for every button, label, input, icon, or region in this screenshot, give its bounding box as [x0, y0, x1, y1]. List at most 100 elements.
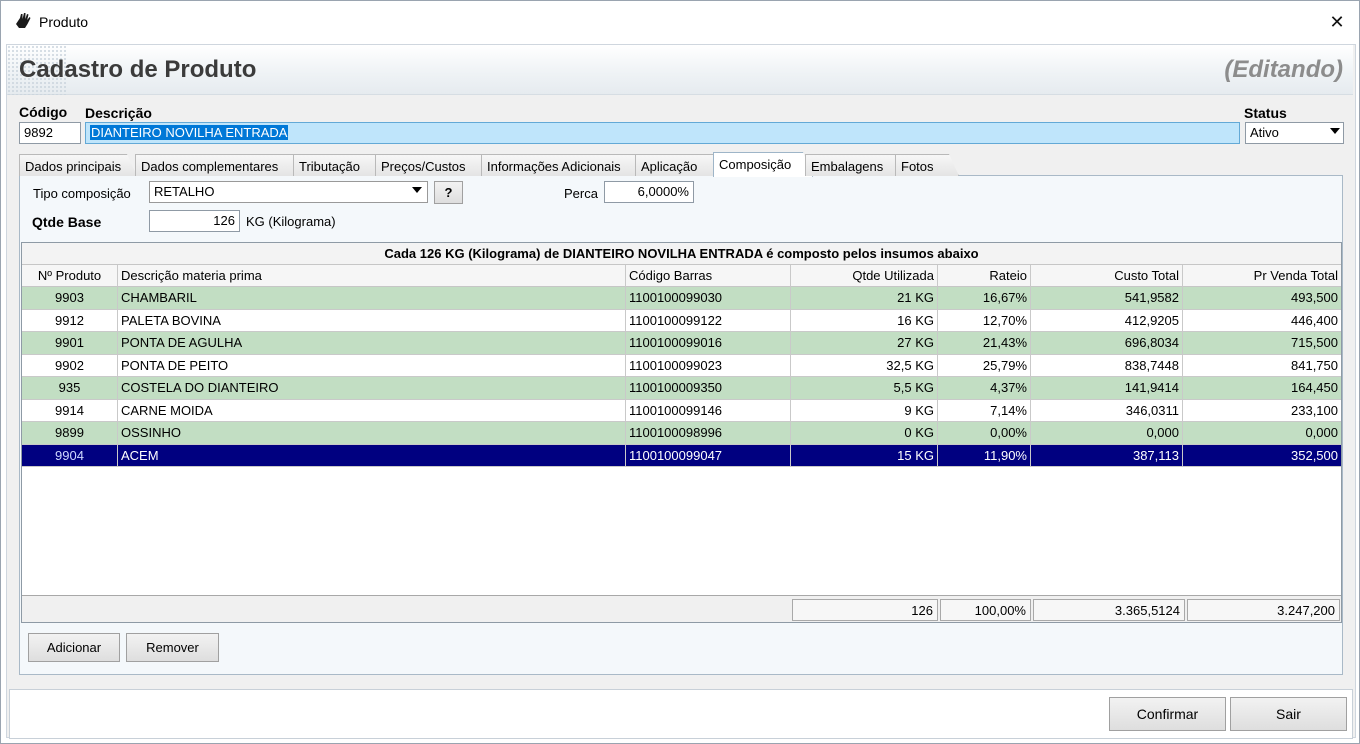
cell-codigo-barras: 1100100098996 [626, 422, 791, 444]
tab-composicao[interactable]: Composição [713, 152, 813, 177]
codigo-field[interactable]: 9892 [19, 122, 81, 144]
cell-descricao: PONTA DE AGULHA [118, 332, 626, 354]
cell-codigo-barras: 1100100099030 [626, 287, 791, 309]
cell-rateio: 7,14% [938, 399, 1031, 422]
tab-fotos[interactable]: Fotos [895, 154, 959, 176]
cell-rateio: 12,70% [938, 309, 1031, 332]
cell-numero: 9903 [22, 287, 118, 309]
grid-header: Nº Produto Descrição materia prima Códig… [22, 265, 1341, 287]
cell-descricao: ACEM [118, 444, 626, 467]
cell-descricao: PALETA BOVINA [118, 309, 626, 332]
table-row[interactable]: 935 COSTELA DO DIANTEIRO 1100100009350 5… [22, 377, 1341, 400]
perca-field[interactable]: 6,0000% [604, 181, 694, 203]
qtde-base-field[interactable]: 126 [149, 210, 240, 232]
page-title: Cadastro de Produto [19, 56, 257, 83]
table-row[interactable]: 9901 PONTA DE AGULHA 1100100099016 27 KG… [22, 332, 1341, 355]
tab-strip: Dados principais Dados complementares Tr… [19, 152, 1339, 176]
cell-custo: 346,0311 [1031, 399, 1183, 422]
table-row[interactable]: 9903 CHAMBARIL 1100100099030 21 KG 16,67… [22, 287, 1341, 310]
tab-dados-complementares[interactable]: Dados complementares [135, 154, 311, 176]
confirm-button[interactable]: Confirmar [1109, 697, 1226, 731]
remove-button[interactable]: Remover [126, 633, 219, 662]
cell-qtde: 21 KG [791, 287, 938, 309]
total-rateio: 100,00% [940, 599, 1031, 621]
tipo-composicao-label: Tipo composição [33, 186, 131, 201]
cell-rateio: 0,00% [938, 422, 1031, 444]
cell-numero: 9902 [22, 354, 118, 377]
cell-custo: 387,113 [1031, 444, 1183, 467]
cell-rateio: 4,37% [938, 377, 1031, 399]
add-button[interactable]: Adicionar [28, 633, 120, 662]
cell-custo: 696,8034 [1031, 332, 1183, 354]
grid-totals: 126 100,00% 3.365,5124 3.247,200 [22, 595, 1341, 622]
column-header-custo-total[interactable]: Custo Total [1031, 265, 1183, 287]
cell-venda: 164,450 [1291, 380, 1338, 395]
exit-button[interactable]: Sair [1230, 697, 1347, 731]
table-row[interactable]: 9912 PALETA BOVINA 1100100099122 16 KG 1… [22, 309, 1341, 332]
window-title: Produto [39, 14, 89, 30]
composition-grid[interactable]: Cada 126 KG (Kilograma) de DIANTEIRO NOV… [21, 242, 1342, 623]
descricao-field[interactable]: DIANTEIRO NOVILHA ENTRADA [85, 122, 1240, 144]
column-header-rateio[interactable]: Rateio [938, 265, 1031, 287]
cell-numero: 9901 [22, 332, 118, 354]
tab-dados-principais[interactable]: Dados principais [19, 154, 137, 176]
cell-venda: 493,500 [1291, 290, 1338, 305]
cell-descricao: CHAMBARIL [118, 287, 626, 309]
cell-venda: 841,750 [1291, 357, 1338, 373]
column-header-descricao[interactable]: Descrição materia prima [118, 265, 626, 287]
tab-tributacao[interactable]: Tributação [293, 154, 387, 176]
chevron-down-icon [1330, 128, 1340, 134]
table-row[interactable]: 9902 PONTA DE PEITO 1100100099023 32,5 K… [22, 354, 1341, 377]
cell-numero: 9914 [22, 399, 118, 422]
cell-rateio: 16,67% [938, 287, 1031, 309]
cell-custo: 838,7448 [1031, 354, 1183, 377]
cell-custo: 412,9205 [1031, 309, 1183, 332]
cell-codigo-barras: 1100100099016 [626, 332, 791, 354]
cell-venda: 0,000 [1305, 425, 1338, 440]
status-select[interactable]: Ativo [1245, 122, 1344, 144]
cell-descricao: COSTELA DO DIANTEIRO [118, 377, 626, 399]
cell-venda: 352,500 [1291, 447, 1338, 463]
cell-codigo-barras: 1100100009350 [626, 377, 791, 399]
table-row[interactable]: 9899 OSSINHO 1100100098996 0 KG 0,00% 0,… [22, 422, 1341, 445]
tab-informacoes-adicionais[interactable]: Informações Adicionais [481, 154, 653, 176]
hand-icon [13, 12, 33, 30]
cell-rateio: 25,79% [938, 354, 1031, 377]
cell-codigo-barras: 1100100099047 [626, 444, 791, 467]
cell-venda: 233,100 [1291, 402, 1338, 418]
total-custo: 3.365,5124 [1033, 599, 1185, 621]
cell-custo: 0,000 [1031, 422, 1183, 444]
qtde-base-unit: KG (Kilograma) [246, 214, 336, 229]
chevron-down-icon [412, 187, 422, 193]
cell-rateio: 21,43% [938, 332, 1031, 354]
table-row-selected[interactable]: 9904 ACEM 1100100099047 15 KG 11,90% 387… [22, 444, 1341, 467]
status-value: Ativo [1250, 125, 1279, 140]
tipo-composicao-select[interactable]: RETALHO [149, 181, 428, 203]
product-window: Produto ✕ Cadastro de Produto (Editando)… [0, 0, 1360, 744]
tab-precos-custos[interactable]: Preços/Custos [375, 154, 495, 176]
cell-codigo-barras: 1100100099023 [626, 354, 791, 377]
table-row[interactable]: 9914 CARNE MOIDA 1100100099146 9 KG 7,14… [22, 399, 1341, 422]
column-header-numero[interactable]: Nº Produto [22, 265, 118, 287]
tipo-composicao-value: RETALHO [154, 184, 215, 199]
cell-numero: 9912 [22, 309, 118, 332]
total-venda: 3.247,200 [1187, 599, 1340, 621]
descricao-label: Descrição [85, 105, 152, 121]
column-header-codigo-barras[interactable]: Código Barras [626, 265, 791, 287]
cell-venda: 715,500 [1291, 335, 1338, 350]
cell-custo: 141,9414 [1031, 377, 1183, 399]
cell-venda: 446,400 [1291, 312, 1338, 328]
edit-mode-label: (Editando) [1224, 56, 1343, 83]
cell-codigo-barras: 1100100099146 [626, 399, 791, 422]
cell-qtde: 27 KG [791, 332, 938, 354]
column-header-venda-total[interactable]: Pr Venda Total [1183, 265, 1341, 287]
close-icon[interactable]: ✕ [1319, 7, 1355, 37]
column-header-qtde[interactable]: Qtde Utilizada [791, 265, 938, 287]
cell-qtde: 9 KG [791, 399, 938, 422]
cell-qtde: 15 KG [791, 444, 938, 467]
tab-embalagens[interactable]: Embalagens [805, 154, 905, 176]
status-label: Status [1244, 105, 1287, 121]
grid-caption: Cada 126 KG (Kilograma) de DIANTEIRO NOV… [22, 243, 1341, 265]
cell-numero: 935 [22, 377, 118, 399]
help-button[interactable]: ? [434, 181, 463, 204]
